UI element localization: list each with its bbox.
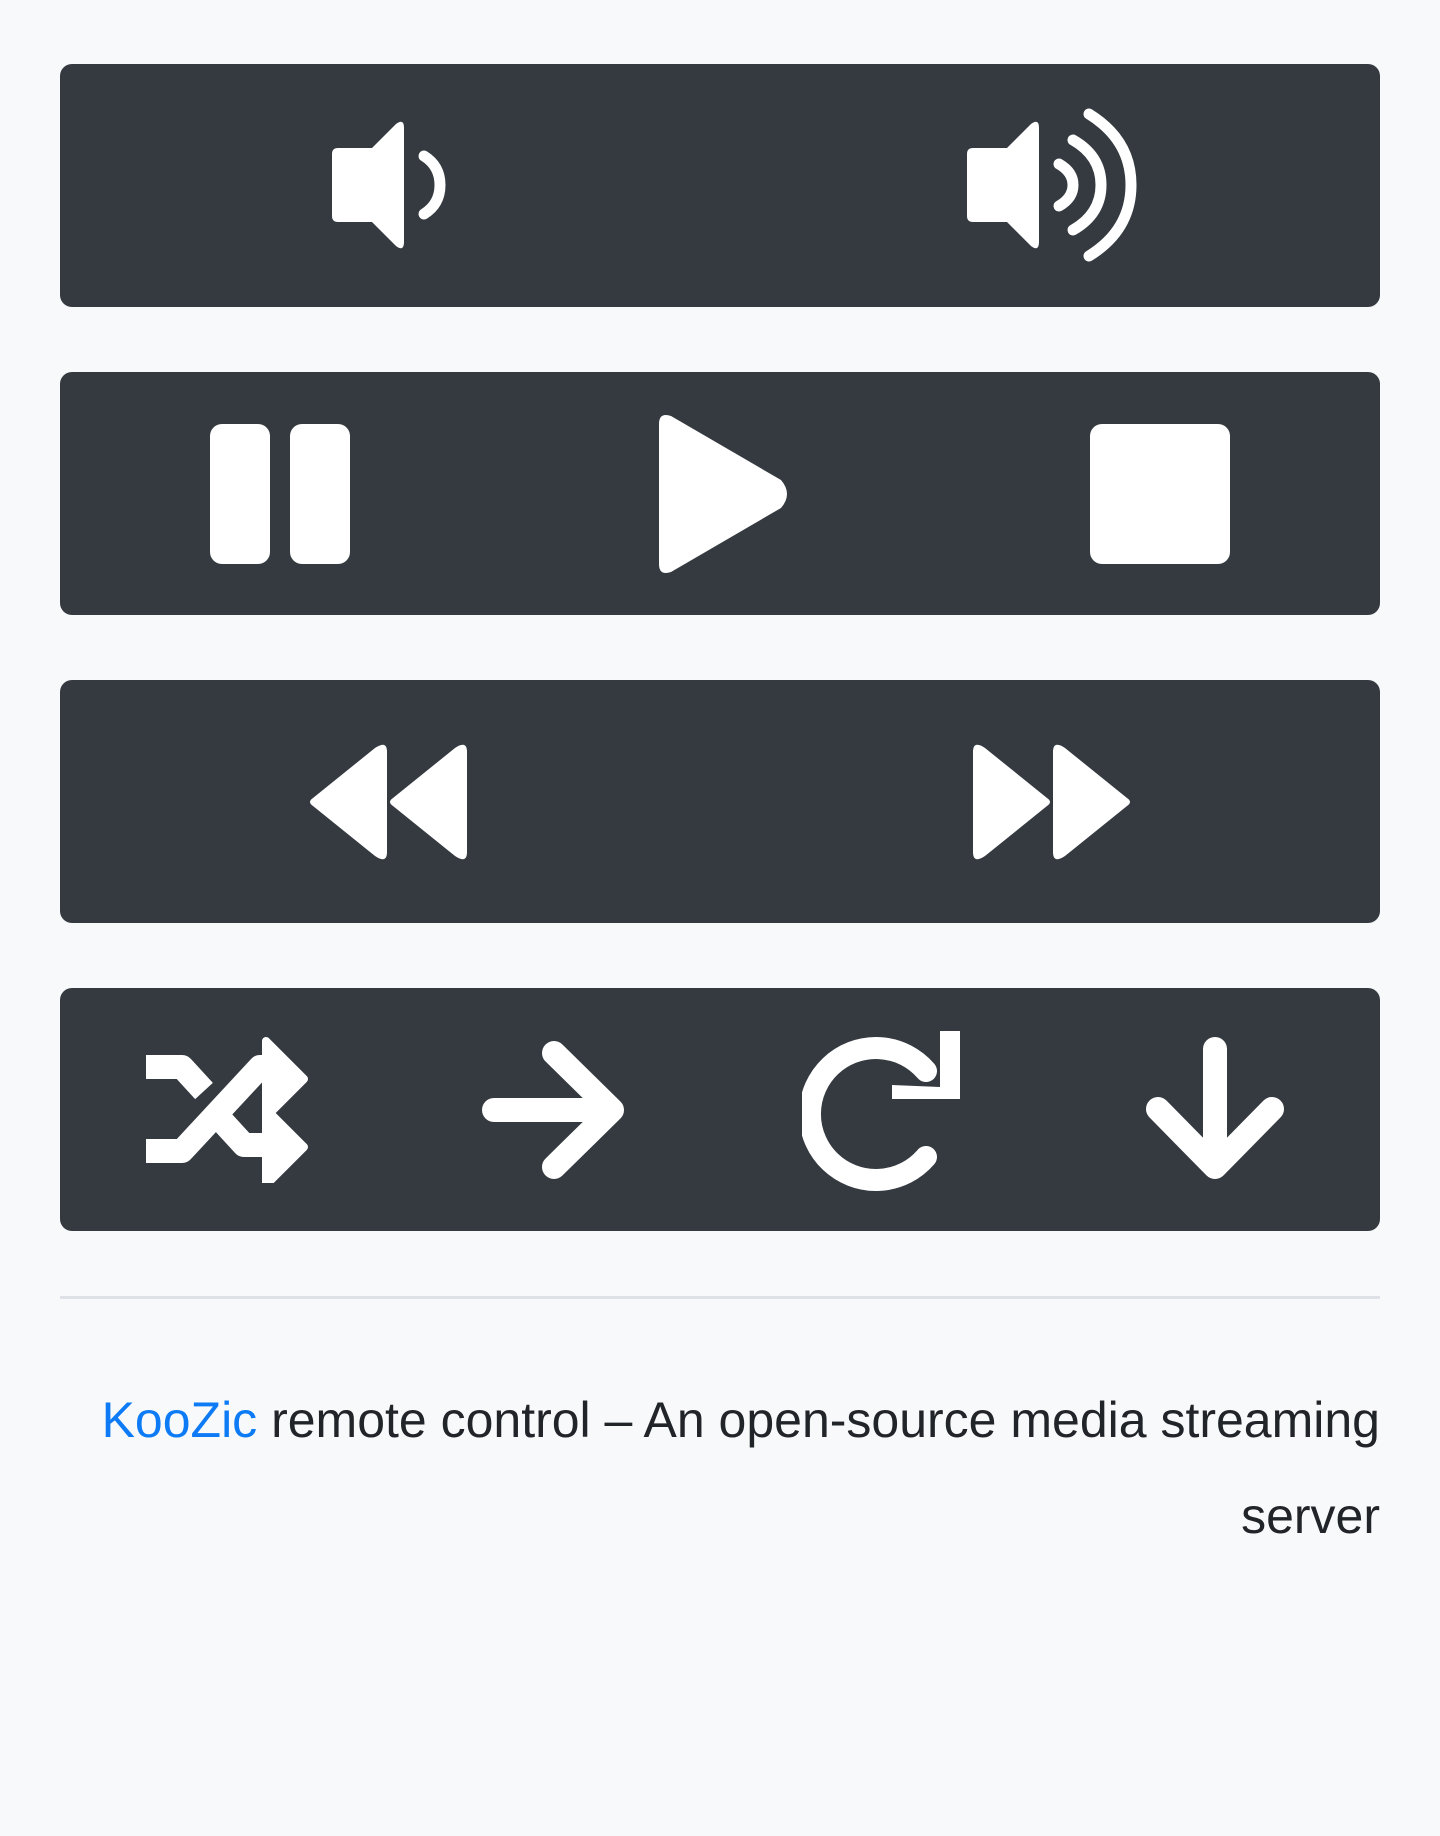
- next-button[interactable]: [720, 680, 1380, 923]
- fast-forward-icon: [967, 740, 1133, 864]
- stop-icon: [1090, 423, 1230, 564]
- arrow-right-icon: [482, 1037, 628, 1183]
- seek-controls: [60, 680, 1380, 923]
- volume-controls: [60, 64, 1380, 307]
- previous-button[interactable]: [60, 680, 720, 923]
- play-icon: [645, 412, 795, 576]
- play-button[interactable]: [500, 372, 940, 615]
- shuffle-button[interactable]: [60, 988, 390, 1231]
- pause-icon: [210, 423, 350, 564]
- volume-up-icon: [955, 106, 1145, 266]
- footer-text: remote control – An open-source media st…: [257, 1392, 1380, 1544]
- footer: KooZic remote control – An open-source m…: [60, 1372, 1380, 1564]
- koozic-link[interactable]: KooZic: [102, 1392, 258, 1448]
- volume-down-button[interactable]: [60, 64, 720, 307]
- down-button[interactable]: [1050, 988, 1380, 1231]
- arrow-down-icon: [1142, 1036, 1288, 1183]
- volume-up-button[interactable]: [720, 64, 1380, 307]
- mode-controls: [60, 988, 1380, 1231]
- forward-button[interactable]: [390, 988, 720, 1231]
- volume-down-icon: [320, 116, 460, 256]
- redo-icon: [802, 1027, 968, 1193]
- shuffle-icon: [142, 1036, 308, 1183]
- divider: [60, 1296, 1380, 1299]
- repeat-button[interactable]: [720, 988, 1050, 1231]
- rewind-icon: [307, 740, 473, 864]
- pause-button[interactable]: [60, 372, 500, 615]
- stop-button[interactable]: [940, 372, 1380, 615]
- playback-controls: [60, 372, 1380, 615]
